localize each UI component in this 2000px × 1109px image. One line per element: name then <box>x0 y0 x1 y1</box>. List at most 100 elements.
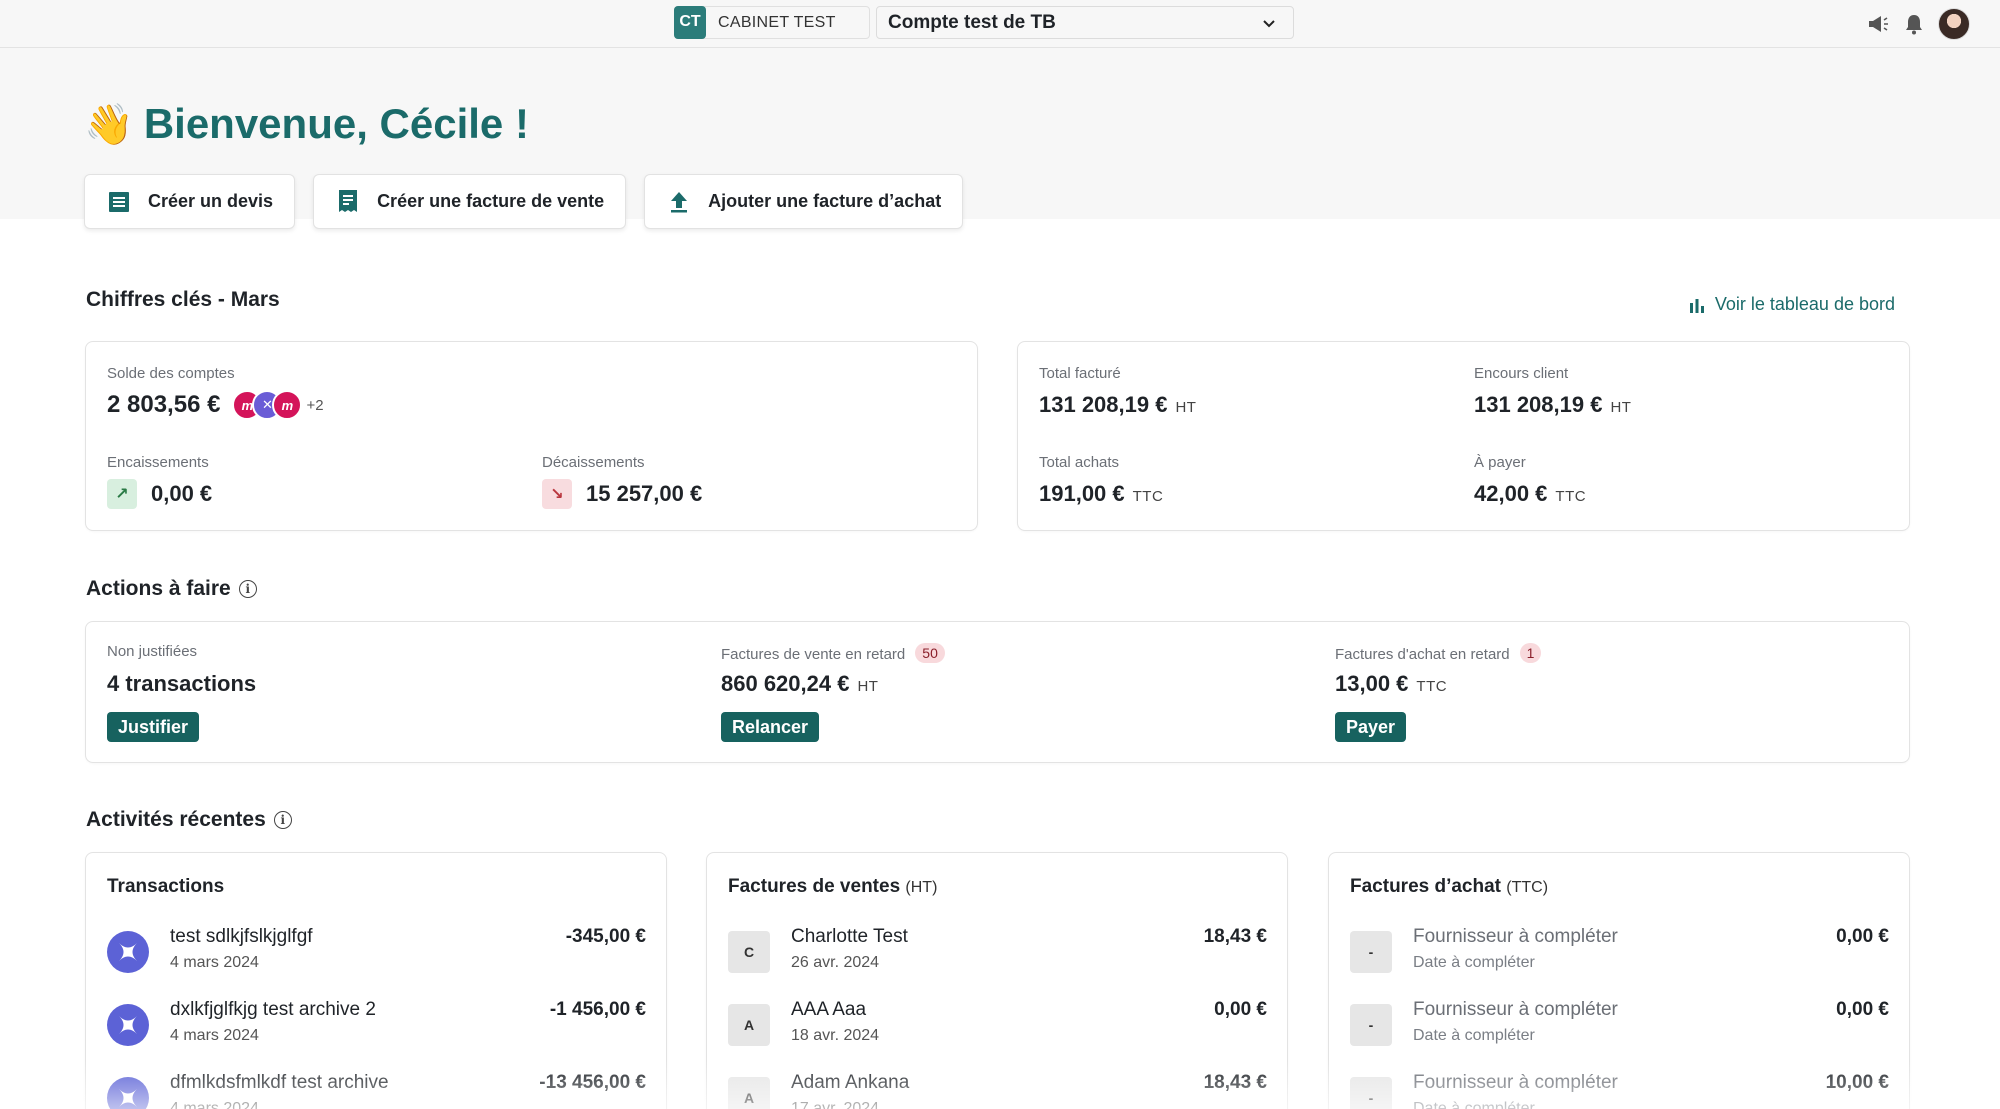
waving-hand-icon: 👋 <box>84 102 134 147</box>
invoice-date: 17 avr. 2024 <box>791 1100 880 1109</box>
outflows-label: Décaissements <box>542 454 645 471</box>
bank-x-icon <box>107 1004 149 1046</box>
invoice-amount: 0,00 € <box>1214 999 1267 1020</box>
transaction-row[interactable]: dxlkfjglfkjg test archive 2 4 mars 2024 … <box>107 999 646 1059</box>
transaction-name: test sdlkjfslkjglfgf <box>170 926 313 947</box>
late-purchases-unit: TTC <box>1416 678 1448 695</box>
cabinet-selector[interactable]: CT CABINET TEST <box>674 5 870 39</box>
invoice-date: Date à compléter <box>1413 954 1535 971</box>
bell-icon[interactable] <box>1902 12 1926 36</box>
late-sales-label-row: Factures de vente en retard 50 <box>721 643 945 663</box>
create-sales-invoice-button[interactable]: Créer une facture de vente <box>313 174 627 229</box>
late-sales-unit: HT <box>857 678 879 695</box>
transaction-date: 4 mars 2024 <box>170 954 259 971</box>
invoice-amount: 18,43 € <box>1203 1072 1267 1093</box>
sales-invoice-row[interactable]: A Adam Ankana 17 avr. 2024 18,43 € <box>728 1072 1267 1109</box>
purchase-invoices-title: Factures d’achat (TTC) <box>1350 876 1548 898</box>
total-purchases-label: Total achats <box>1039 454 1120 471</box>
purchase-invoices-title-text: Factures d’achat <box>1350 876 1501 897</box>
justify-button[interactable]: Justifier <box>107 712 200 742</box>
purchase-invoice-row[interactable]: - Fournisseur à compléter Date à complét… <box>1350 1072 1889 1109</box>
invoice-amount: 10,00 € <box>1825 1072 1889 1093</box>
add-purchase-invoice-button[interactable]: Ajouter une facture d’achat <box>644 174 964 229</box>
recent-activity-title: Activités récentes i <box>86 808 292 832</box>
total-purchases-row: 191,00 € TTC <box>1039 481 1163 507</box>
client-name: Charlotte Test <box>791 926 908 947</box>
sales-invoices-card: Factures de ventes (HT) C Charlotte Test… <box>706 852 1288 1109</box>
top-icons <box>1866 8 1970 40</box>
view-dashboard-link[interactable]: Voir le tableau de bord <box>1689 294 1895 315</box>
outflows-value: 15 257,00 € <box>586 481 703 506</box>
key-figures-title-text: Chiffres clés - Mars <box>86 288 280 311</box>
to-pay-row: 42,00 € TTC <box>1474 481 1586 507</box>
create-sales-invoice-label: Créer une facture de vente <box>377 191 605 211</box>
late-purchases-value: 13,00 € <box>1335 671 1409 696</box>
supplier-name: Fournisseur à compléter <box>1413 999 1618 1020</box>
supplier-initial: - <box>1350 1077 1392 1109</box>
outstanding-unit: HT <box>1610 399 1632 416</box>
to-pay-unit: TTC <box>1555 488 1587 505</box>
transaction-row[interactable]: dfmlkdsfmlkdf test archive 4 mars 2024 -… <box>107 1072 646 1109</box>
invoice-amount: 0,00 € <box>1836 999 1889 1020</box>
outstanding-value: 131 208,19 € <box>1474 392 1603 417</box>
transaction-date: 4 mars 2024 <box>170 1100 259 1109</box>
megaphone-icon[interactable] <box>1866 12 1890 36</box>
invoice-amount: 0,00 € <box>1836 926 1889 947</box>
balance-value: 2 803,56 € <box>107 391 221 418</box>
late-purchases-count-badge: 1 <box>1519 643 1542 663</box>
create-quote-button[interactable]: Créer un devis <box>84 174 296 229</box>
client-initial: C <box>728 931 770 973</box>
transaction-amount: -13 456,00 € <box>539 1072 646 1093</box>
transactions-title: Transactions <box>107 876 225 897</box>
client-initial: A <box>728 1004 770 1046</box>
late-sales-count-badge: 50 <box>915 643 945 663</box>
transaction-name: dxlkfjglfkjg test archive 2 <box>170 999 376 1020</box>
sales-invoices-title-text: Factures de ventes <box>728 876 901 897</box>
user-avatar[interactable] <box>1938 8 1970 40</box>
remind-button[interactable]: Relancer <box>721 712 820 742</box>
welcome-text: Bienvenue, Cécile ! <box>143 100 529 147</box>
purchase-invoice-row[interactable]: - Fournisseur à compléter Date à complét… <box>1350 926 1889 986</box>
todo-title-text: Actions à faire <box>86 577 231 600</box>
outflows-row: ↘ 15 257,00 € <box>542 479 702 509</box>
todo-card: Non justifiées 4 transactions Justifier … <box>85 621 1910 763</box>
purchase-invoice-row[interactable]: - Fournisseur à compléter Date à complét… <box>1350 999 1889 1059</box>
welcome-heading: 👋 Bienvenue, Cécile ! <box>84 100 529 148</box>
purchase-invoices-unit: (TTC) <box>1506 879 1549 896</box>
total-purchases-unit: TTC <box>1132 488 1164 505</box>
late-purchases-label: Factures d'achat en retard <box>1335 646 1510 663</box>
late-sales-row: 860 620,24 € HT <box>721 671 878 697</box>
invoice-date: 26 avr. 2024 <box>791 954 880 971</box>
late-purchases-label-row: Factures d'achat en retard 1 <box>1335 643 1542 663</box>
account-selector[interactable]: Compte test de TB <box>876 6 1294 39</box>
total-invoiced-value: 131 208,19 € <box>1039 392 1168 417</box>
unjustified-label: Non justifiées <box>107 643 198 660</box>
total-invoiced-label: Total facturé <box>1039 365 1121 382</box>
sales-invoices-title: Factures de ventes (HT) <box>728 876 937 898</box>
supplier-name: Fournisseur à compléter <box>1413 1072 1618 1093</box>
transaction-row[interactable]: test sdlkjfslkjglfgf 4 mars 2024 -345,00… <box>107 926 646 986</box>
outstanding-label: Encours client <box>1474 365 1569 382</box>
late-purchases-row: 13,00 € TTC <box>1335 671 1447 697</box>
arrow-down-right-icon: ↘ <box>542 479 572 509</box>
info-icon[interactable]: i <box>273 811 292 829</box>
to-pay-value: 42,00 € <box>1474 481 1548 506</box>
client-initial: A <box>728 1077 770 1109</box>
sales-invoice-row[interactable]: A AAA Aaa 18 avr. 2024 0,00 € <box>728 999 1267 1059</box>
top-bar: CT CABINET TEST Compte test de TB <box>0 0 2000 48</box>
sales-invoice-row[interactable]: C Charlotte Test 26 avr. 2024 18,43 € <box>728 926 1267 986</box>
client-name: Adam Ankana <box>791 1072 910 1093</box>
cabinet-name: CABINET TEST <box>718 13 836 31</box>
supplier-initial: - <box>1350 1004 1392 1046</box>
inflows-value: 0,00 € <box>151 481 213 506</box>
add-purchase-invoice-label: Ajouter une facture d’achat <box>708 191 942 211</box>
bank-x-icon <box>107 931 149 973</box>
arrow-up-right-icon: ↗ <box>107 479 137 509</box>
inflows-row: ↗ 0,00 € <box>107 479 212 509</box>
late-sales-value: 860 620,24 € <box>721 671 850 696</box>
sales-invoices-unit: (HT) <box>905 879 938 896</box>
create-quote-label: Créer un devis <box>148 191 274 211</box>
pay-button[interactable]: Payer <box>1335 712 1407 742</box>
info-icon[interactable]: i <box>238 580 257 598</box>
transactions-card: Transactions test sdlkjfslkjglfgf 4 mars… <box>85 852 667 1109</box>
